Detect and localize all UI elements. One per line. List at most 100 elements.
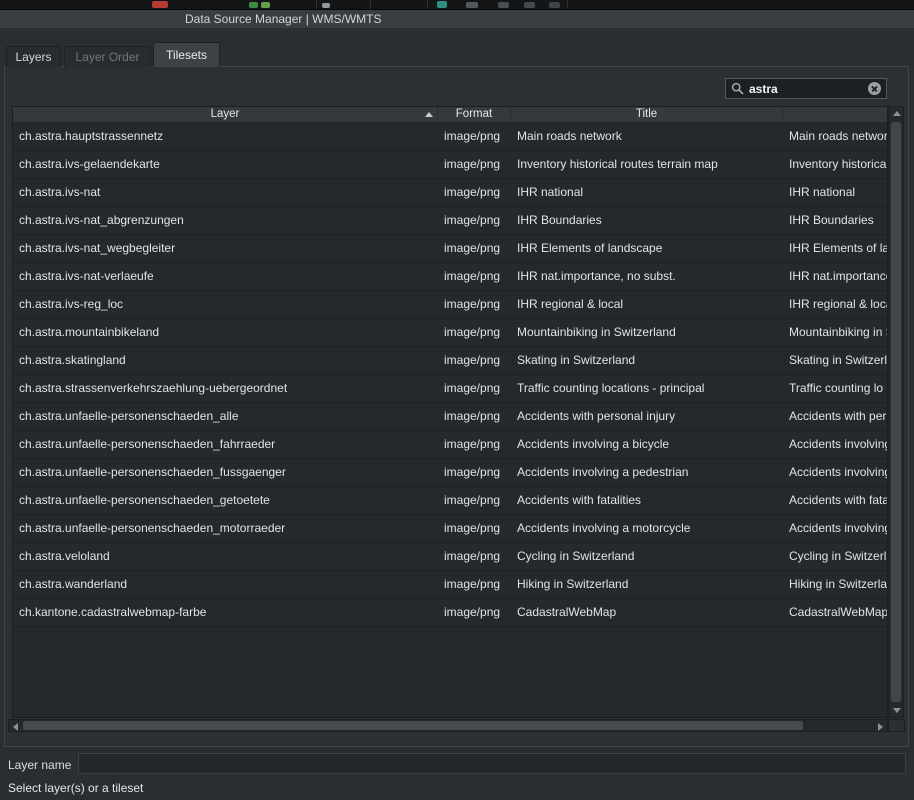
column-header-title[interactable]: Title — [511, 107, 783, 122]
cell-abstract[interactable]: Hiking in Switzerla — [783, 571, 887, 598]
search-box[interactable] — [725, 78, 887, 99]
cell-layer[interactable]: ch.astra.unfaelle-personenschaeden_fussg… — [13, 459, 438, 486]
cell-title[interactable]: Accidents with personal injury — [511, 403, 783, 430]
cell-format[interactable]: image/png — [438, 207, 511, 234]
table-row[interactable]: ch.astra.wanderlandimage/pngHiking in Sw… — [13, 571, 887, 599]
horizontal-scroll-handle[interactable] — [23, 721, 803, 730]
table-row[interactable]: ch.astra.ivs-nat_wegbegleiterimage/pngIH… — [13, 235, 887, 263]
column-header-layer[interactable]: Layer — [13, 107, 438, 122]
cell-title[interactable]: IHR national — [511, 179, 783, 206]
vertical-scroll-handle[interactable] — [891, 122, 901, 702]
table-row[interactable]: ch.astra.ivs-reg_locimage/png IHR regiona… — [13, 291, 887, 319]
cell-title[interactable]: Accidents involving a motorcycle — [511, 515, 783, 542]
cell-layer[interactable]: ch.astra.unfaelle-personenschaeden_alle — [13, 403, 438, 430]
cell-format[interactable]: image/png — [438, 347, 511, 374]
cell-title[interactable]: Accidents involving a pedestrian — [511, 459, 783, 486]
cell-format[interactable]: image/png — [438, 431, 511, 458]
cell-layer[interactable]: ch.astra.skatingland — [13, 347, 438, 374]
cell-format[interactable]: image/png — [438, 459, 511, 486]
cell-layer[interactable]: ch.astra.ivs-reg_loc — [13, 291, 438, 318]
cell-format[interactable]: image/png — [438, 123, 511, 150]
cell-layer[interactable]: ch.astra.veloland — [13, 543, 438, 570]
cell-abstract[interactable]: Accidents with fata — [783, 487, 887, 514]
table-row[interactable]: ch.astra.ivs-nat_abgrenzungenimage/pngIH… — [13, 207, 887, 235]
table-row[interactable]: ch.astra.unfaelle-personenschaeden_motor… — [13, 515, 887, 543]
cell-format[interactable]: image/png — [438, 599, 511, 626]
table-row[interactable]: ch.kantone.cadastralwebmap-farbeimage/pn… — [13, 599, 887, 627]
dialog-titlebar[interactable]: Data Source Manager | WMS/WMTS — [0, 10, 914, 28]
cell-layer[interactable]: ch.astra.unfaelle-personenschaeden_motor… — [13, 515, 438, 542]
cell-abstract[interactable]: Accidents involving — [783, 459, 887, 486]
cell-title[interactable]: Inventory historical routes terrain map — [511, 151, 783, 178]
cell-title[interactable]: Cycling in Switzerland — [511, 543, 783, 570]
table-row[interactable]: ch.astra.ivs-nat-verlaeufeimage/png IHR n… — [13, 263, 887, 291]
cell-layer[interactable]: ch.astra.unfaelle-personenschaeden_getoe… — [13, 487, 438, 514]
cell-abstract[interactable]: IHR nat.importance — [783, 263, 887, 290]
cell-format[interactable]: image/png — [438, 543, 511, 570]
cell-abstract[interactable]: IHR Elements of la — [783, 235, 887, 262]
clear-search-button[interactable] — [868, 82, 881, 95]
cell-layer[interactable]: ch.astra.ivs-nat — [13, 179, 438, 206]
search-input[interactable] — [749, 82, 863, 96]
table-row[interactable]: ch.astra.strassenverkehrszaehlung-ueberg… — [13, 375, 887, 403]
cell-abstract[interactable]: Skating in Switzerl — [783, 347, 887, 374]
cell-format[interactable]: image/png — [438, 291, 511, 318]
table-row[interactable]: ch.astra.ivs-gelaendekarteimage/pngInven… — [13, 151, 887, 179]
column-header-abstract[interactable] — [783, 107, 887, 122]
layer-name-input[interactable] — [78, 753, 906, 774]
table-row[interactable]: ch.astra.unfaelle-personenschaeden_allei… — [13, 403, 887, 431]
cell-abstract[interactable]: Accidents with per — [783, 403, 887, 430]
cell-abstract[interactable]: Main roads networ — [783, 123, 887, 150]
scroll-up-arrow-icon[interactable] — [893, 111, 901, 116]
cell-title[interactable]: Skating in Switzerland — [511, 347, 783, 374]
tab-tilesets[interactable]: Tilesets — [153, 42, 220, 67]
cell-abstract[interactable]: Inventory historica — [783, 151, 887, 178]
cell-title[interactable]: Hiking in Switzerland — [511, 571, 783, 598]
tab-layer-order[interactable]: Layer Order — [64, 46, 151, 67]
cell-format[interactable]: image/png — [438, 515, 511, 542]
cell-format[interactable]: image/png — [438, 151, 511, 178]
cell-layer[interactable]: ch.astra.ivs-nat_abgrenzungen — [13, 207, 438, 234]
cell-title[interactable]: CadastralWebMap — [511, 599, 783, 626]
cell-format[interactable]: image/png — [438, 179, 511, 206]
scroll-right-arrow-icon[interactable] — [878, 723, 883, 731]
cell-abstract[interactable]: IHR regional & loca — [783, 291, 887, 318]
table-row[interactable]: ch.astra.unfaelle-personenschaeden_fahrr… — [13, 431, 887, 459]
scroll-left-arrow-icon[interactable] — [13, 723, 18, 731]
cell-layer[interactable]: ch.astra.wanderland — [13, 571, 438, 598]
cell-format[interactable]: image/png — [438, 263, 511, 290]
table-row[interactable]: ch.astra.velolandimage/pngCycling in Swi… — [13, 543, 887, 571]
cell-format[interactable]: image/png — [438, 319, 511, 346]
cell-title[interactable]: Mountainbiking in Switzerland — [511, 319, 783, 346]
cell-title[interactable]: Accidents involving a bicycle — [511, 431, 783, 458]
cell-layer[interactable]: ch.astra.ivs-nat_wegbegleiter — [13, 235, 438, 262]
table-row[interactable]: ch.astra.hauptstrassennetzimage/pngMain … — [13, 123, 887, 151]
cell-title[interactable]: Main roads network — [511, 123, 783, 150]
cell-abstract[interactable]: CadastralWebMap — [783, 599, 887, 626]
cell-layer[interactable]: ch.astra.hauptstrassennetz — [13, 123, 438, 150]
cell-format[interactable]: image/png — [438, 375, 511, 402]
cell-abstract[interactable]: IHR national — [783, 179, 887, 206]
scroll-down-arrow-icon[interactable] — [893, 708, 901, 713]
cell-title[interactable]: IHR Elements of landscape — [511, 235, 783, 262]
table-row[interactable]: ch.astra.unfaelle-personenschaeden_fussg… — [13, 459, 887, 487]
cell-abstract[interactable]: Accidents involving — [783, 515, 887, 542]
cell-format[interactable]: image/png — [438, 235, 511, 262]
table-row[interactable]: ch.astra.ivs-natimage/pngIHR nationalIHR… — [13, 179, 887, 207]
cell-abstract[interactable]: Mountainbiking in S — [783, 319, 887, 346]
cell-title[interactable]: IHR Boundaries — [511, 207, 783, 234]
cell-abstract[interactable]: Cycling in Switzerl — [783, 543, 887, 570]
column-header-format[interactable]: Format — [438, 107, 511, 122]
cell-title[interactable]: Traffic counting locations - principal — [511, 375, 783, 402]
cell-layer[interactable]: ch.astra.strassenverkehrszaehlung-ueberg… — [13, 375, 438, 402]
cell-layer[interactable]: ch.kantone.cadastralwebmap-farbe — [13, 599, 438, 626]
table-row[interactable]: ch.astra.skatinglandimage/pngSkating in … — [13, 347, 887, 375]
cell-format[interactable]: image/png — [438, 571, 511, 598]
cell-layer[interactable]: ch.astra.unfaelle-personenschaeden_fahrr… — [13, 431, 438, 458]
cell-title[interactable]: Accidents with fatalities — [511, 487, 783, 514]
table-row[interactable]: ch.astra.mountainbikelandimage/pngMounta… — [13, 319, 887, 347]
cell-abstract[interactable]: Accidents involving — [783, 431, 887, 458]
cell-layer[interactable]: ch.astra.mountainbikeland — [13, 319, 438, 346]
cell-format[interactable]: image/png — [438, 403, 511, 430]
cell-layer[interactable]: ch.astra.ivs-nat-verlaeufe — [13, 263, 438, 290]
